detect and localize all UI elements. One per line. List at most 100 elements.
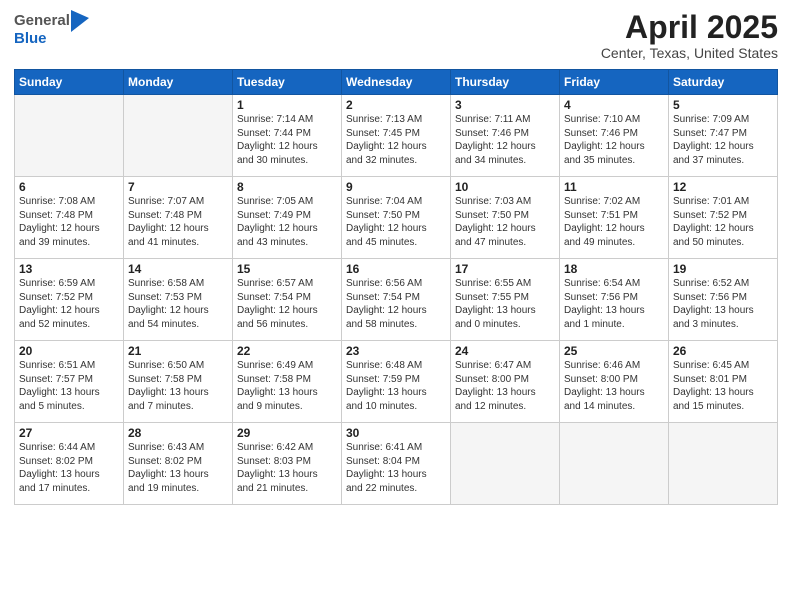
- day-number: 10: [455, 180, 555, 194]
- calendar-header-row: SundayMondayTuesdayWednesdayThursdayFrid…: [15, 70, 778, 95]
- day-number: 21: [128, 344, 228, 358]
- day-cell: 7Sunrise: 7:07 AMSunset: 7:48 PMDaylight…: [124, 177, 233, 259]
- day-info: Sunrise: 7:11 AMSunset: 7:46 PMDaylight:…: [455, 113, 555, 167]
- day-cell: [124, 95, 233, 177]
- logo-icon: [71, 10, 89, 32]
- day-info: Sunrise: 7:04 AMSunset: 7:50 PMDaylight:…: [346, 195, 446, 249]
- day-number: 28: [128, 426, 228, 440]
- day-number: 14: [128, 262, 228, 276]
- day-number: 5: [673, 98, 773, 112]
- day-number: 1: [237, 98, 337, 112]
- day-cell: [15, 95, 124, 177]
- day-number: 30: [346, 426, 446, 440]
- col-header-saturday: Saturday: [669, 70, 778, 95]
- day-cell: 26Sunrise: 6:45 AMSunset: 8:01 PMDayligh…: [669, 341, 778, 423]
- day-cell: 10Sunrise: 7:03 AMSunset: 7:50 PMDayligh…: [451, 177, 560, 259]
- day-cell: 27Sunrise: 6:44 AMSunset: 8:02 PMDayligh…: [15, 423, 124, 505]
- day-info: Sunrise: 6:54 AMSunset: 7:56 PMDaylight:…: [564, 277, 664, 331]
- day-cell: 13Sunrise: 6:59 AMSunset: 7:52 PMDayligh…: [15, 259, 124, 341]
- day-cell: 6Sunrise: 7:08 AMSunset: 7:48 PMDaylight…: [15, 177, 124, 259]
- day-cell: 1Sunrise: 7:14 AMSunset: 7:44 PMDaylight…: [233, 95, 342, 177]
- day-cell: [451, 423, 560, 505]
- day-number: 18: [564, 262, 664, 276]
- day-number: 12: [673, 180, 773, 194]
- day-info: Sunrise: 7:03 AMSunset: 7:50 PMDaylight:…: [455, 195, 555, 249]
- day-cell: 3Sunrise: 7:11 AMSunset: 7:46 PMDaylight…: [451, 95, 560, 177]
- day-cell: 11Sunrise: 7:02 AMSunset: 7:51 PMDayligh…: [560, 177, 669, 259]
- day-info: Sunrise: 6:52 AMSunset: 7:56 PMDaylight:…: [673, 277, 773, 331]
- day-number: 17: [455, 262, 555, 276]
- title-month: April 2025: [601, 10, 778, 45]
- day-cell: 17Sunrise: 6:55 AMSunset: 7:55 PMDayligh…: [451, 259, 560, 341]
- day-cell: 25Sunrise: 6:46 AMSunset: 8:00 PMDayligh…: [560, 341, 669, 423]
- day-info: Sunrise: 6:51 AMSunset: 7:57 PMDaylight:…: [19, 359, 119, 413]
- logo-blue-text: Blue: [14, 30, 47, 47]
- day-cell: 22Sunrise: 6:49 AMSunset: 7:58 PMDayligh…: [233, 341, 342, 423]
- day-info: Sunrise: 6:57 AMSunset: 7:54 PMDaylight:…: [237, 277, 337, 331]
- day-info: Sunrise: 6:56 AMSunset: 7:54 PMDaylight:…: [346, 277, 446, 331]
- page: General Blue April 2025 Center, Texas, U…: [0, 0, 792, 612]
- day-info: Sunrise: 6:45 AMSunset: 8:01 PMDaylight:…: [673, 359, 773, 413]
- day-info: Sunrise: 6:48 AMSunset: 7:59 PMDaylight:…: [346, 359, 446, 413]
- day-info: Sunrise: 6:46 AMSunset: 8:00 PMDaylight:…: [564, 359, 664, 413]
- day-info: Sunrise: 6:49 AMSunset: 7:58 PMDaylight:…: [237, 359, 337, 413]
- day-cell: 12Sunrise: 7:01 AMSunset: 7:52 PMDayligh…: [669, 177, 778, 259]
- day-number: 19: [673, 262, 773, 276]
- day-cell: 2Sunrise: 7:13 AMSunset: 7:45 PMDaylight…: [342, 95, 451, 177]
- day-info: Sunrise: 7:02 AMSunset: 7:51 PMDaylight:…: [564, 195, 664, 249]
- header: General Blue April 2025 Center, Texas, U…: [14, 10, 778, 61]
- day-cell: 19Sunrise: 6:52 AMSunset: 7:56 PMDayligh…: [669, 259, 778, 341]
- day-info: Sunrise: 6:59 AMSunset: 7:52 PMDaylight:…: [19, 277, 119, 331]
- week-row-2: 13Sunrise: 6:59 AMSunset: 7:52 PMDayligh…: [15, 259, 778, 341]
- day-info: Sunrise: 7:08 AMSunset: 7:48 PMDaylight:…: [19, 195, 119, 249]
- day-number: 4: [564, 98, 664, 112]
- day-number: 22: [237, 344, 337, 358]
- title-block: April 2025 Center, Texas, United States: [601, 10, 778, 61]
- day-info: Sunrise: 6:44 AMSunset: 8:02 PMDaylight:…: [19, 441, 119, 495]
- day-info: Sunrise: 6:55 AMSunset: 7:55 PMDaylight:…: [455, 277, 555, 331]
- day-number: 11: [564, 180, 664, 194]
- day-number: 2: [346, 98, 446, 112]
- day-cell: 28Sunrise: 6:43 AMSunset: 8:02 PMDayligh…: [124, 423, 233, 505]
- day-number: 9: [346, 180, 446, 194]
- day-cell: 29Sunrise: 6:42 AMSunset: 8:03 PMDayligh…: [233, 423, 342, 505]
- title-location: Center, Texas, United States: [601, 45, 778, 61]
- day-cell: 4Sunrise: 7:10 AMSunset: 7:46 PMDaylight…: [560, 95, 669, 177]
- day-info: Sunrise: 6:47 AMSunset: 8:00 PMDaylight:…: [455, 359, 555, 413]
- day-info: Sunrise: 6:42 AMSunset: 8:03 PMDaylight:…: [237, 441, 337, 495]
- day-number: 3: [455, 98, 555, 112]
- logo-general-text: General: [14, 12, 70, 29]
- calendar-table: SundayMondayTuesdayWednesdayThursdayFrid…: [14, 69, 778, 505]
- week-row-0: 1Sunrise: 7:14 AMSunset: 7:44 PMDaylight…: [15, 95, 778, 177]
- day-info: Sunrise: 7:14 AMSunset: 7:44 PMDaylight:…: [237, 113, 337, 167]
- day-number: 23: [346, 344, 446, 358]
- col-header-sunday: Sunday: [15, 70, 124, 95]
- day-cell: 23Sunrise: 6:48 AMSunset: 7:59 PMDayligh…: [342, 341, 451, 423]
- day-info: Sunrise: 7:07 AMSunset: 7:48 PMDaylight:…: [128, 195, 228, 249]
- day-info: Sunrise: 6:50 AMSunset: 7:58 PMDaylight:…: [128, 359, 228, 413]
- day-cell: 15Sunrise: 6:57 AMSunset: 7:54 PMDayligh…: [233, 259, 342, 341]
- day-number: 26: [673, 344, 773, 358]
- day-cell: 14Sunrise: 6:58 AMSunset: 7:53 PMDayligh…: [124, 259, 233, 341]
- day-info: Sunrise: 6:58 AMSunset: 7:53 PMDaylight:…: [128, 277, 228, 331]
- day-number: 6: [19, 180, 119, 194]
- day-cell: 5Sunrise: 7:09 AMSunset: 7:47 PMDaylight…: [669, 95, 778, 177]
- col-header-friday: Friday: [560, 70, 669, 95]
- col-header-monday: Monday: [124, 70, 233, 95]
- day-number: 20: [19, 344, 119, 358]
- col-header-tuesday: Tuesday: [233, 70, 342, 95]
- day-info: Sunrise: 7:09 AMSunset: 7:47 PMDaylight:…: [673, 113, 773, 167]
- day-number: 15: [237, 262, 337, 276]
- day-info: Sunrise: 7:05 AMSunset: 7:49 PMDaylight:…: [237, 195, 337, 249]
- day-info: Sunrise: 7:13 AMSunset: 7:45 PMDaylight:…: [346, 113, 446, 167]
- day-cell: 24Sunrise: 6:47 AMSunset: 8:00 PMDayligh…: [451, 341, 560, 423]
- day-number: 29: [237, 426, 337, 440]
- day-cell: 30Sunrise: 6:41 AMSunset: 8:04 PMDayligh…: [342, 423, 451, 505]
- col-header-thursday: Thursday: [451, 70, 560, 95]
- day-cell: 8Sunrise: 7:05 AMSunset: 7:49 PMDaylight…: [233, 177, 342, 259]
- day-cell: 9Sunrise: 7:04 AMSunset: 7:50 PMDaylight…: [342, 177, 451, 259]
- day-number: 8: [237, 180, 337, 194]
- day-cell: 18Sunrise: 6:54 AMSunset: 7:56 PMDayligh…: [560, 259, 669, 341]
- day-number: 7: [128, 180, 228, 194]
- day-info: Sunrise: 7:01 AMSunset: 7:52 PMDaylight:…: [673, 195, 773, 249]
